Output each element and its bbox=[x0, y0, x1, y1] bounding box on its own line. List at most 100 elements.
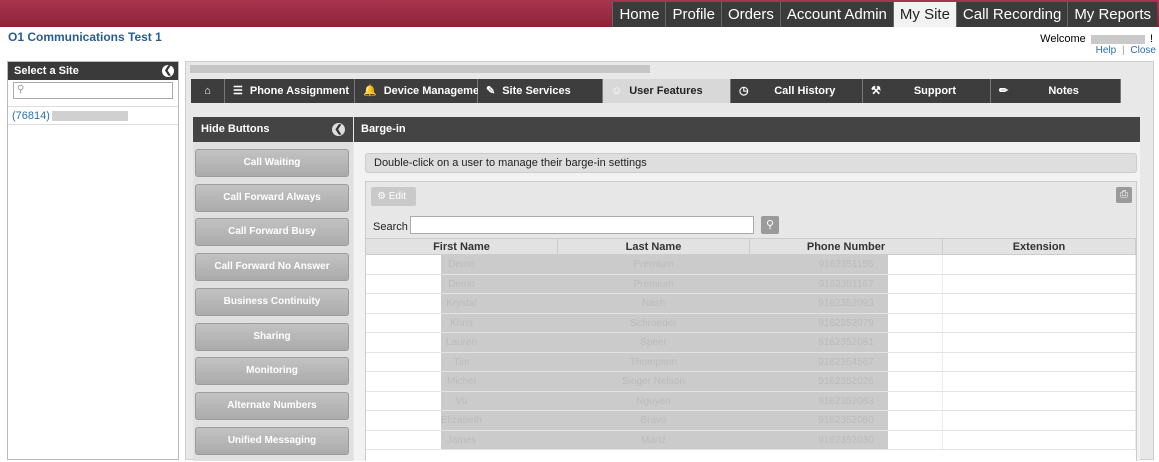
home-icon: ⌂ bbox=[204, 85, 211, 97]
tab-support[interactable]: ⚒ Support bbox=[863, 79, 991, 103]
cell-value: Elizabeth bbox=[440, 415, 483, 426]
table-row[interactable]: Demo Premium 9162351167 bbox=[366, 274, 1136, 294]
welcome-suffix: ! bbox=[1149, 33, 1153, 45]
topnav-account-admin[interactable]: Account Admin bbox=[779, 2, 893, 27]
print-icon[interactable]: ⎙ bbox=[1116, 187, 1132, 203]
feature-button-monitoring[interactable]: Monitoring bbox=[195, 357, 349, 386]
cell-value: Speer bbox=[640, 337, 667, 348]
collapse-icon[interactable]: ❮ bbox=[162, 65, 174, 77]
cell-value: Martz bbox=[641, 434, 666, 446]
cell-phone-number: 9162352030 bbox=[750, 430, 943, 449]
tab-notes[interactable]: ✏ Notes bbox=[991, 79, 1121, 103]
table-row[interactable]: Tim Thompson 9162354567 bbox=[366, 352, 1136, 372]
tab-device-management[interactable]: 🔔 Device Management bbox=[355, 79, 489, 103]
cell-value: 9162351155 bbox=[818, 259, 874, 270]
topnav-profile[interactable]: Profile bbox=[665, 2, 721, 27]
topnav-my-site[interactable]: My Site bbox=[892, 2, 956, 27]
feature-button-alternate-numbers[interactable]: Alternate Numbers bbox=[195, 391, 349, 420]
cell-value: Nguyen bbox=[636, 395, 671, 407]
cell-extension bbox=[943, 313, 1136, 332]
topnav-orders[interactable]: Orders bbox=[721, 2, 780, 27]
cell-last-name: Thompson bbox=[558, 352, 750, 371]
column-header-phone-number[interactable]: Phone Number bbox=[750, 239, 943, 255]
collapse-icon[interactable]: ❮ bbox=[332, 123, 345, 136]
feature-button-business-continuity[interactable]: Business Continuity bbox=[195, 287, 349, 316]
tab-home[interactable]: ⌂ bbox=[191, 79, 225, 103]
cell-phone-number: 9162351155 bbox=[750, 255, 943, 274]
cell-value: 9162352080 bbox=[818, 415, 874, 426]
cell-extension bbox=[943, 352, 1136, 371]
cell-value: 9162352083 bbox=[818, 395, 874, 407]
table-row[interactable]: Demo Premium 9162351155 bbox=[366, 255, 1136, 275]
cell-last-name: Singer Nelson bbox=[558, 372, 750, 391]
cell-last-name: Nash bbox=[558, 294, 750, 313]
cell-value: Bravo bbox=[640, 415, 667, 426]
gear-icon: ⚙ bbox=[377, 191, 386, 202]
cell-value: 9162352093 bbox=[818, 298, 874, 309]
search-button[interactable]: ⚲ bbox=[761, 216, 779, 234]
table-row[interactable]: Elizabeth Bravo 9162352080 bbox=[366, 411, 1136, 431]
cell-first-name: Michel bbox=[366, 372, 558, 391]
cell-first-name: James bbox=[366, 430, 558, 449]
cell-value: Michel bbox=[447, 376, 476, 387]
bell-icon: 🔔 bbox=[363, 85, 377, 97]
table-row[interactable]: Lauren Speer 9162352081 bbox=[366, 333, 1136, 353]
topnav-call-recording[interactable]: Call Recording bbox=[955, 2, 1068, 27]
close-link[interactable]: Close bbox=[1130, 45, 1156, 56]
cell-value: Premium bbox=[633, 278, 674, 290]
user-grid: ⚙ Edit ⎙ Search ⚲ First Name Last Name Pho… bbox=[365, 181, 1137, 462]
feature-tabs: ⌂ ☰ Phone Assignment 🔔 Device Management ✎ Si… bbox=[191, 79, 1121, 103]
edit-label: Edit bbox=[388, 191, 406, 202]
feature-button-call-waiting[interactable]: Call Waiting bbox=[195, 149, 349, 177]
cell-phone-number: 9162352026 bbox=[750, 372, 943, 391]
cell-last-name: Premium bbox=[558, 255, 750, 274]
grid-body: Demo Premium 9162351155 Demo Premium 91623511… bbox=[366, 255, 1136, 462]
cell-value: 9162352026 bbox=[818, 376, 874, 387]
help-link[interactable]: Help bbox=[1096, 45, 1117, 56]
cell-extension bbox=[943, 411, 1136, 430]
tab-site-services[interactable]: ✎ Site Services bbox=[478, 79, 603, 103]
cell-value: 9162352030 bbox=[818, 434, 874, 446]
feature-button-call-forward-no-answer[interactable]: Call Forward No Answer bbox=[195, 253, 349, 282]
feature-button-call-forward-busy[interactable]: Call Forward Busy bbox=[195, 218, 349, 247]
tab-user-features[interactable]: ☺ User Features bbox=[603, 79, 731, 103]
redacted-username bbox=[1090, 34, 1145, 44]
feature-button-sharing[interactable]: Sharing bbox=[195, 322, 349, 351]
tab-phone-assignment[interactable]: ☰ Phone Assignment bbox=[225, 79, 355, 103]
cell-phone-number: 9162352093 bbox=[750, 294, 943, 313]
tab-label: Call History bbox=[774, 85, 836, 97]
cell-first-name: Khris bbox=[366, 313, 558, 332]
cell-first-name: Demo bbox=[366, 274, 558, 293]
top-nav: Home Profile Orders Account Admin My Site Cal… bbox=[612, 2, 1157, 27]
cell-extension bbox=[943, 294, 1136, 313]
barge-in-content: Barge-in Double-click on a user to manag… bbox=[354, 117, 1140, 462]
redacted-site-name bbox=[51, 111, 128, 122]
column-header-first-name[interactable]: First Name bbox=[366, 239, 558, 255]
site-list-item[interactable]: (76814) bbox=[8, 106, 178, 125]
table-row[interactable]: Krystal Nash 9162352093 bbox=[366, 294, 1136, 314]
cell-value: Nash bbox=[641, 298, 666, 309]
column-header-last-name[interactable]: Last Name bbox=[558, 239, 750, 255]
table-row[interactable]: Vu Nguyen 9162352083 bbox=[366, 391, 1136, 411]
table-row[interactable]: Michel Singer Nelson 9162352026 bbox=[366, 372, 1136, 392]
table-row[interactable]: James Martz 9162352030 bbox=[366, 430, 1136, 450]
cell-first-name: Demo bbox=[366, 255, 558, 274]
topnav-home[interactable]: Home bbox=[612, 2, 666, 27]
info-message: Double-click on a user to manage their b… bbox=[365, 153, 1137, 173]
column-header-extension[interactable]: Extension bbox=[943, 239, 1136, 255]
search-input[interactable] bbox=[410, 216, 754, 234]
table-row[interactable]: Khris Schroeder 9162352079 bbox=[366, 313, 1136, 333]
site-search-input[interactable]: ⚲ bbox=[13, 82, 173, 99]
feature-button-unified-messaging[interactable]: Unified Messaging bbox=[195, 426, 349, 455]
grid-header: First Name Last Name Phone Number Extension bbox=[366, 238, 1136, 255]
top-bar: Home Profile Orders Account Admin My Site Cal… bbox=[0, 0, 1159, 27]
topnav-my-reports[interactable]: My Reports bbox=[1067, 2, 1157, 27]
cell-last-name: Bravo bbox=[558, 411, 750, 430]
tab-label: Site Services bbox=[502, 85, 571, 97]
cell-value: Demo bbox=[448, 259, 475, 270]
feature-button-call-forward-always[interactable]: Call Forward Always bbox=[195, 183, 349, 212]
tab-call-history[interactable]: ◷ Call History bbox=[731, 79, 863, 103]
edit-button[interactable]: ⚙ Edit bbox=[371, 187, 416, 206]
welcome-prefix: Welcome bbox=[1040, 33, 1086, 45]
main-area: ⌂ ☰ Phone Assignment 🔔 Device Management ✎ Si… bbox=[185, 61, 1154, 462]
